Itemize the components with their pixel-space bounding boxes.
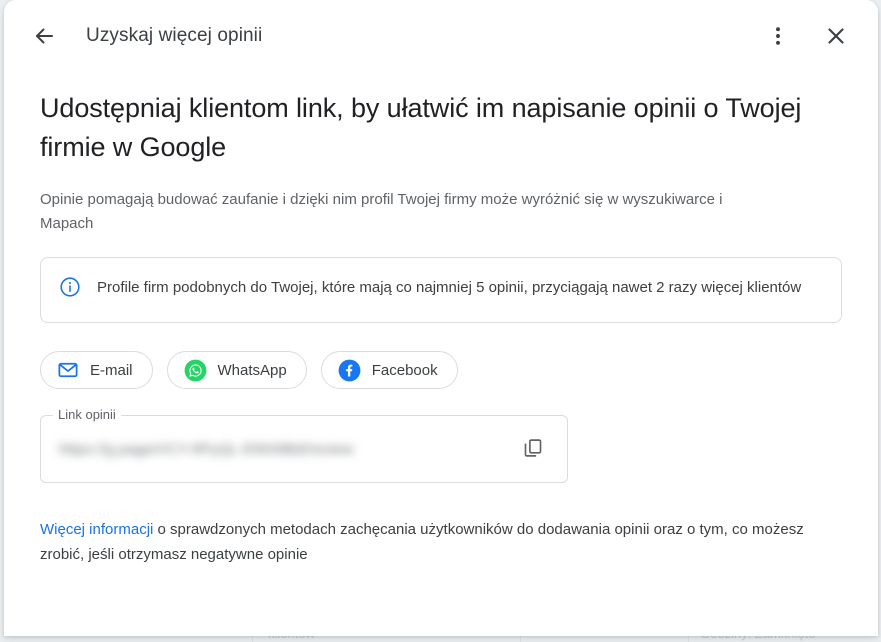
share-facebook-button[interactable]: Facebook bbox=[321, 351, 458, 389]
more-info-link[interactable]: Więcej informacji bbox=[40, 521, 153, 538]
facebook-icon bbox=[338, 359, 361, 382]
whatsapp-icon bbox=[184, 359, 207, 382]
page-backdrop: klientów Godziny: Zamknięte Uzyskaj więc… bbox=[0, 0, 881, 642]
info-callout-text: Profile firm podobnych do Twojej, które … bbox=[97, 275, 801, 300]
info-callout: Profile firm podobnych do Twojej, które … bbox=[40, 257, 842, 323]
review-link-input-container[interactable]: https://g.page/r/CY-9PyQL-EfdX8Bd/review bbox=[40, 415, 568, 483]
arrow-left-icon bbox=[32, 24, 56, 48]
review-link-label: Link opinii bbox=[53, 407, 121, 423]
share-email-button[interactable]: E-mail bbox=[40, 351, 153, 389]
review-link-value[interactable]: https://g.page/r/CY-9PyQL-EfdX8Bd/review bbox=[59, 441, 513, 458]
info-circle-icon bbox=[59, 276, 81, 303]
envelope-icon bbox=[57, 359, 79, 381]
dialog-body: Udostępniaj klientom link, by ułatwić im… bbox=[4, 89, 878, 567]
share-facebook-label: Facebook bbox=[372, 362, 438, 379]
copy-link-button[interactable] bbox=[513, 429, 553, 469]
share-options: E-mail WhatsApp bbox=[40, 351, 842, 389]
page-title: Udostępniaj klientom link, by ułatwić im… bbox=[40, 89, 830, 167]
overflow-menu-button[interactable] bbox=[758, 16, 798, 56]
share-email-label: E-mail bbox=[90, 362, 133, 379]
review-link-field: Link opinii https://g.page/r/CY-9PyQL-Ef… bbox=[40, 415, 568, 483]
dialog-title: Uzyskaj więcej opinii bbox=[86, 25, 758, 47]
copy-icon bbox=[522, 437, 544, 462]
dialog-header: Uzyskaj więcej opinii bbox=[4, 0, 878, 72]
back-button[interactable] bbox=[24, 16, 64, 56]
share-whatsapp-label: WhatsApp bbox=[218, 362, 287, 379]
close-icon bbox=[824, 24, 848, 48]
close-button[interactable] bbox=[816, 16, 856, 56]
more-vert-icon bbox=[766, 24, 790, 48]
footer-note: Więcej informacji o sprawdzonych metodac… bbox=[40, 517, 840, 567]
page-subtitle: Opinie pomagają budować zaufanie i dzięk… bbox=[40, 188, 770, 236]
get-more-reviews-dialog: Uzyskaj więcej opinii bbox=[4, 0, 878, 636]
share-whatsapp-button[interactable]: WhatsApp bbox=[167, 351, 307, 389]
footer-note-rest: o sprawdzonych metodach zachęcania użytk… bbox=[40, 521, 804, 563]
